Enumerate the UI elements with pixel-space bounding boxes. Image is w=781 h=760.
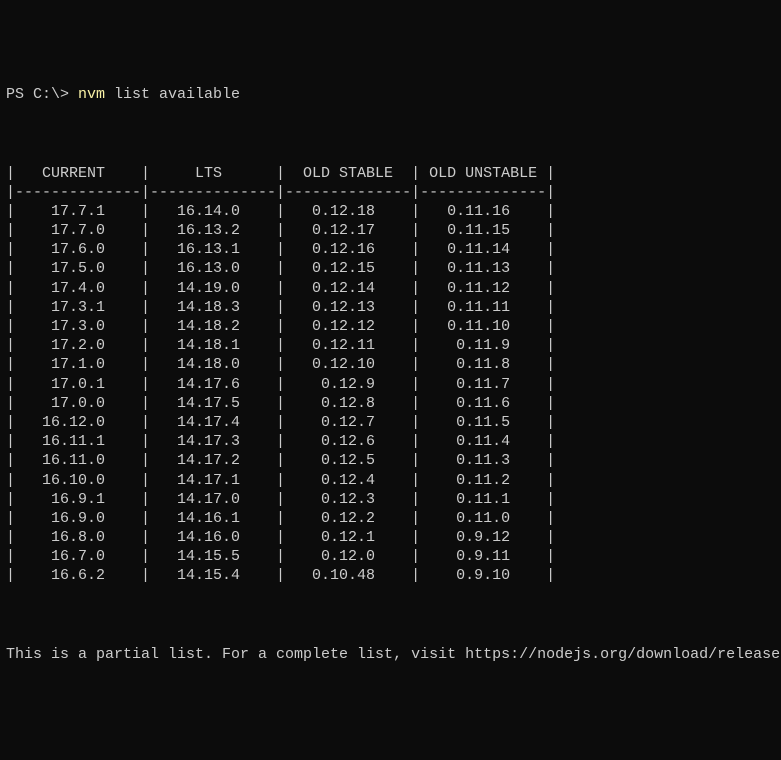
table-row: | 17.7.1 | 16.14.0 | 0.12.18 | 0.11.16 | [6,202,775,221]
blank-line [6,125,775,144]
table-row: |--------------|--------------|---------… [6,183,775,202]
command-args: list available [105,86,240,103]
blank-line [6,605,775,624]
footer-text: This is a partial list. For a complete l… [6,645,775,664]
table-row: | 16.9.1 | 14.17.0 | 0.12.3 | 0.11.1 | [6,490,775,509]
table-row: | 17.4.0 | 14.19.0 | 0.12.14 | 0.11.12 | [6,279,775,298]
table-row: | 16.7.0 | 14.15.5 | 0.12.0 | 0.9.11 | [6,547,775,566]
table-row: | 16.10.0 | 14.17.1 | 0.12.4 | 0.11.2 | [6,471,775,490]
table-row: | 16.6.2 | 14.15.4 | 0.10.48 | 0.9.10 | [6,566,775,585]
table-row: | 16.11.0 | 14.17.2 | 0.12.5 | 0.11.3 | [6,451,775,470]
table-row: | 17.0.0 | 14.17.5 | 0.12.8 | 0.11.6 | [6,394,775,413]
table-row: | 16.12.0 | 14.17.4 | 0.12.7 | 0.11.5 | [6,413,775,432]
table-row: | 17.5.0 | 16.13.0 | 0.12.15 | 0.11.13 | [6,259,775,278]
table-row: | 16.11.1 | 14.17.3 | 0.12.6 | 0.11.4 | [6,432,775,451]
table-row: | 17.7.0 | 16.13.2 | 0.12.17 | 0.11.15 | [6,221,775,240]
table-output: | CURRENT | LTS | OLD STABLE | OLD UNSTA… [6,164,775,586]
table-row: | 17.6.0 | 16.13.1 | 0.12.16 | 0.11.14 | [6,240,775,259]
table-row: | 16.8.0 | 14.16.0 | 0.12.1 | 0.9.12 | [6,528,775,547]
table-row: | 17.3.1 | 14.18.3 | 0.12.13 | 0.11.11 | [6,298,775,317]
table-row: | 17.3.0 | 14.18.2 | 0.12.12 | 0.11.10 | [6,317,775,336]
prompt-prefix: PS C:\> [6,86,78,103]
table-row: | 17.1.0 | 14.18.0 | 0.12.10 | 0.11.8 | [6,355,775,374]
table-row: | 17.0.1 | 14.17.6 | 0.12.9 | 0.11.7 | [6,375,775,394]
table-row: | 17.2.0 | 14.18.1 | 0.12.11 | 0.11.9 | [6,336,775,355]
command-name: nvm [78,86,105,103]
table-row: | 16.9.0 | 14.16.1 | 0.12.2 | 0.11.0 | [6,509,775,528]
prompt-line: PS C:\> nvm list available [6,85,775,104]
table-row: | CURRENT | LTS | OLD STABLE | OLD UNSTA… [6,164,775,183]
